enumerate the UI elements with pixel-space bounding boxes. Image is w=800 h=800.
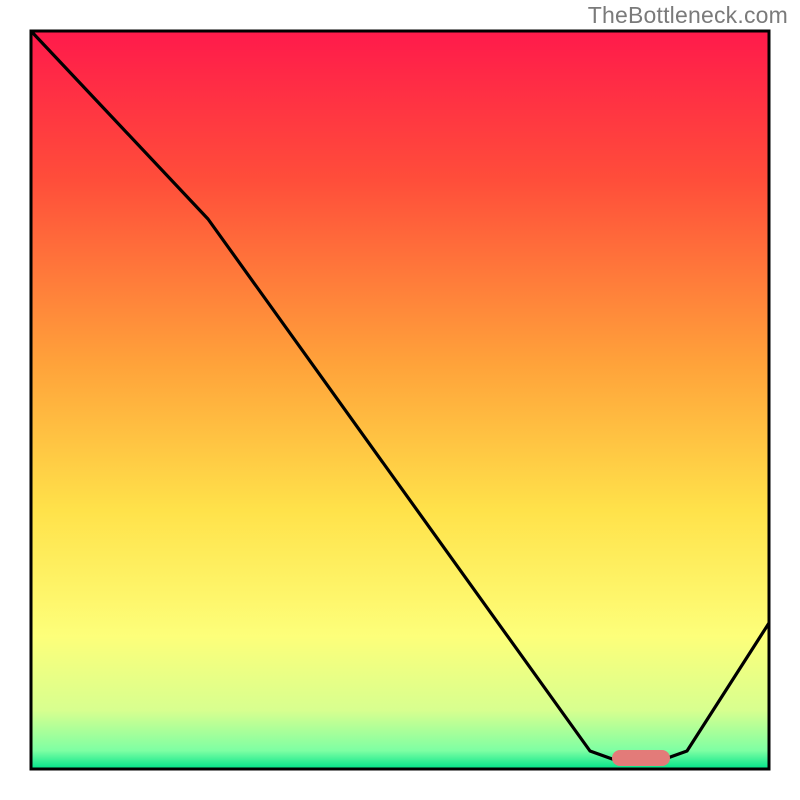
optimal-marker	[612, 750, 670, 766]
chart-background	[31, 31, 769, 769]
watermark-text: TheBottleneck.com	[588, 2, 788, 29]
bottleneck-chart	[0, 0, 800, 800]
